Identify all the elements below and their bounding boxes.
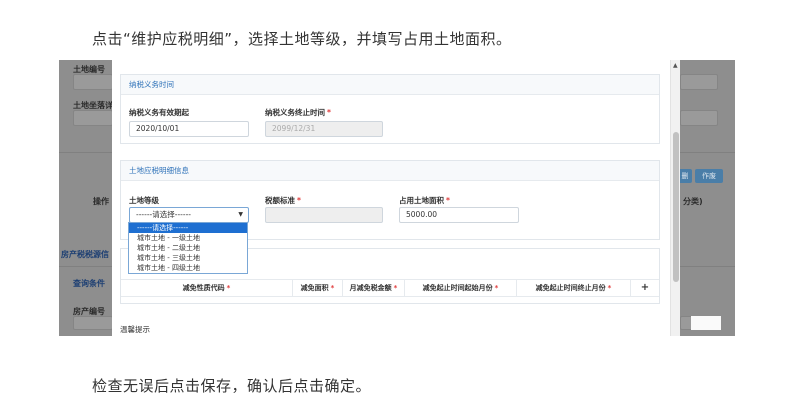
col-reduction-area: 减免面积 * [293,280,343,296]
tax-obligation-title: 纳税义务时间 [121,75,659,95]
land-grade-dropdown: ------请选择------ 城市土地 - 一级土地 城市土地 - 二级土地 … [128,222,248,274]
right-input-1 [680,74,718,90]
query-cond-label: 查询条件 [73,279,105,288]
chevron-down-icon: ▼ [238,211,243,218]
land-grade-label: 土地等级 [129,196,159,205]
col-end-month: 减免起止时间终止月份 * [517,280,631,296]
bg-delete-button: 删 [678,169,692,183]
grade-option[interactable]: 城市土地 - 四级土地 [129,263,247,273]
reduction-table-header: 减免性质代码 * 减免面积 * 月减免税金额 * 减免起止时间起始月份 * 减免起止时间… [121,279,659,297]
land-detail-title: 土地应税明细信息 [121,161,659,181]
scroll-thumb[interactable] [673,132,679,282]
col-reduction-code: 减免性质代码 * [121,280,293,296]
tax-obligation-panel: 纳税义务时间 纳税义务有效期起 2020/10/01 纳税义务终止时间 * 209… [120,74,660,144]
tip-label: 温馨提示 [120,325,150,334]
operation-col: 操作 [93,197,109,206]
tax-standard-label: 税额标准 * [265,196,301,205]
grade-option[interactable]: 城市土地 - 一级土地 [129,233,247,243]
land-cert-input [73,110,113,126]
house-no-input [73,316,113,330]
right-col: 分类) [683,197,703,206]
add-row-button[interactable]: + [631,280,659,296]
end-date-label: 纳税义务终止时间 * [265,108,331,117]
start-date-input[interactable]: 2020/10/01 [129,121,249,137]
start-date-label: 纳税义务有效期起 [129,108,189,117]
col-start-month: 减免起止时间起始月份 * [405,280,517,296]
grade-option[interactable]: 城市土地 - 二级土地 [129,243,247,253]
tax-detail-modal: 纳税义务时间 纳税义务有效期起 2020/10/01 纳税义务终止时间 * 209… [112,60,680,336]
right-input-2 [680,110,718,126]
tax-standard-input[interactable] [265,207,383,223]
land-area-input[interactable]: 5000.00 [399,207,519,223]
land-area-label: 占用土地面积 * [399,196,450,205]
house-tax-label: 房产税税源信 [61,250,109,259]
grade-option[interactable]: ------请选择------ [129,223,247,233]
scroll-up-icon[interactable]: ▲ [673,62,678,69]
caption-top: 点击“维护应税明细”，选择土地等级，并填写占用土地面积。 [92,30,512,48]
col-monthly-reduction: 月减免税金额 * [343,280,405,296]
caption-bottom: 检查无误后点击保存，确认后点击确定。 [92,377,372,395]
land-no-input [73,74,113,90]
modal-scrollbar[interactable]: ▲ [670,60,680,336]
land-grade-select[interactable]: ------请选择------ ▼ [129,207,249,223]
bg-void-button: 作废 [695,169,723,183]
screenshot-frame: 土地编号 土地坐落详细 操作 分类) 删 作废 房产税税源信 查询条件 房产编号… [59,60,735,336]
grade-option[interactable]: 城市土地 - 三级土地 [129,253,247,263]
end-date-input[interactable]: 2099/12/31 [265,121,383,137]
